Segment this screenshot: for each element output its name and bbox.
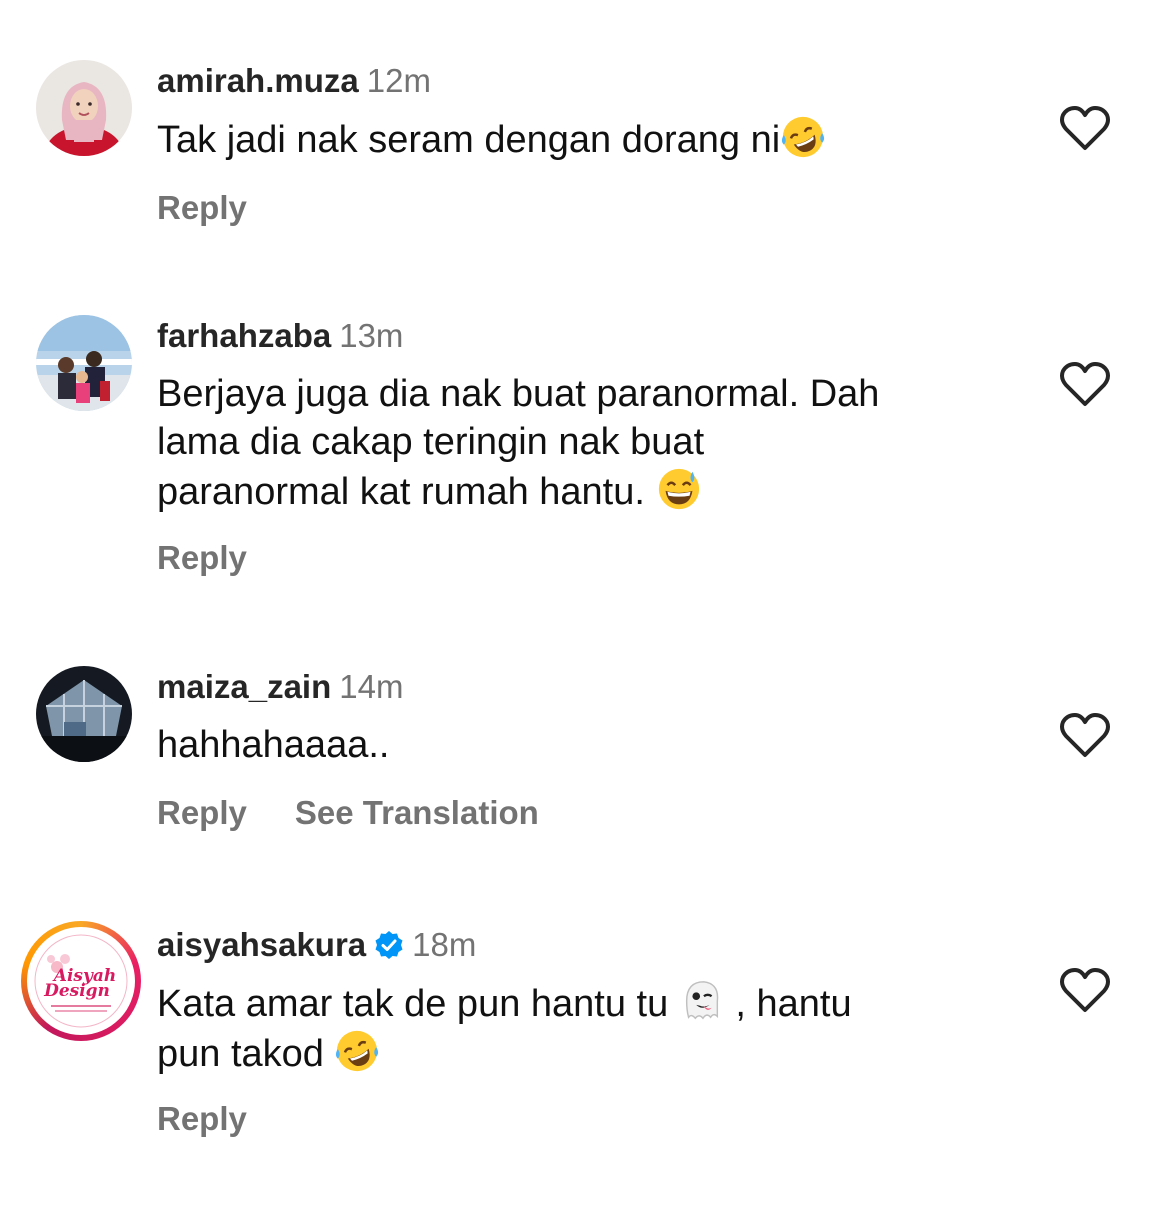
comment-text: Kata amar tak de pun hantu tu , hantu pu…	[157, 978, 1007, 1078]
comment-text-content: Tak jadi nak seram dengan dorang ni	[157, 119, 781, 161]
profile-photo-icon	[36, 315, 132, 411]
heart-icon[interactable]	[1058, 104, 1112, 152]
rolling-laughing-emoji-icon	[782, 116, 825, 158]
username[interactable]: aisyahsakura	[157, 926, 366, 963]
reply-button[interactable]: Reply	[157, 794, 247, 831]
comment-text-line: paranormal kat rumah hantu.	[157, 471, 645, 513]
heart-icon[interactable]	[1058, 966, 1112, 1014]
avatar: Aisyah Design	[31, 931, 131, 1031]
timestamp: 14m	[339, 668, 404, 705]
username[interactable]: maiza_zain	[157, 668, 331, 705]
heart-icon[interactable]	[1058, 711, 1112, 759]
grinning-sweat-emoji-icon	[658, 468, 699, 510]
ghost-emoji-icon	[685, 981, 719, 1020]
timestamp: 18m	[412, 926, 477, 963]
comment-text-part: pun takod	[157, 1033, 324, 1075]
timestamp: 13m	[339, 317, 404, 354]
comment-text: Berjaya juga dia nak buat paranormal. Da…	[157, 370, 1007, 516]
comment-text-part: Kata amar tak de pun hantu tu	[157, 983, 669, 1025]
profile-photo-icon	[36, 60, 132, 156]
profile-photo-icon	[36, 666, 132, 762]
comment-text: hahhahaaaa..	[157, 721, 1007, 769]
reply-button[interactable]: Reply	[157, 539, 247, 576]
rolling-laughing-emoji-icon	[336, 1030, 379, 1072]
comment-text-content: hahhahaaaa..	[157, 724, 390, 766]
aisyah-design-logo-icon: Aisyah Design	[31, 931, 131, 1031]
timestamp: 12m	[366, 62, 431, 99]
username[interactable]: amirah.muza	[157, 62, 359, 99]
comment-text-part: , hantu	[735, 983, 852, 1025]
logo-text-line: Design	[43, 981, 110, 1001]
avatar[interactable]	[36, 666, 132, 762]
see-translation-button[interactable]: See Translation	[295, 794, 539, 831]
comment-text-line: lama dia cakap teringin nak buat	[157, 421, 705, 463]
verified-badge-icon	[375, 931, 403, 959]
comment-text: Tak jadi nak seram dengan dorang ni	[157, 114, 1007, 164]
reply-button[interactable]: Reply	[157, 189, 247, 226]
heart-icon[interactable]	[1058, 360, 1112, 408]
avatar[interactable]	[36, 60, 132, 156]
reply-button[interactable]: Reply	[157, 1100, 247, 1137]
avatar[interactable]	[36, 315, 132, 411]
avatar-story-ring[interactable]: Aisyah Design	[21, 921, 141, 1041]
username[interactable]: farhahzaba	[157, 317, 331, 354]
comment-text-line: Berjaya juga dia nak buat paranormal. Da…	[157, 373, 880, 415]
